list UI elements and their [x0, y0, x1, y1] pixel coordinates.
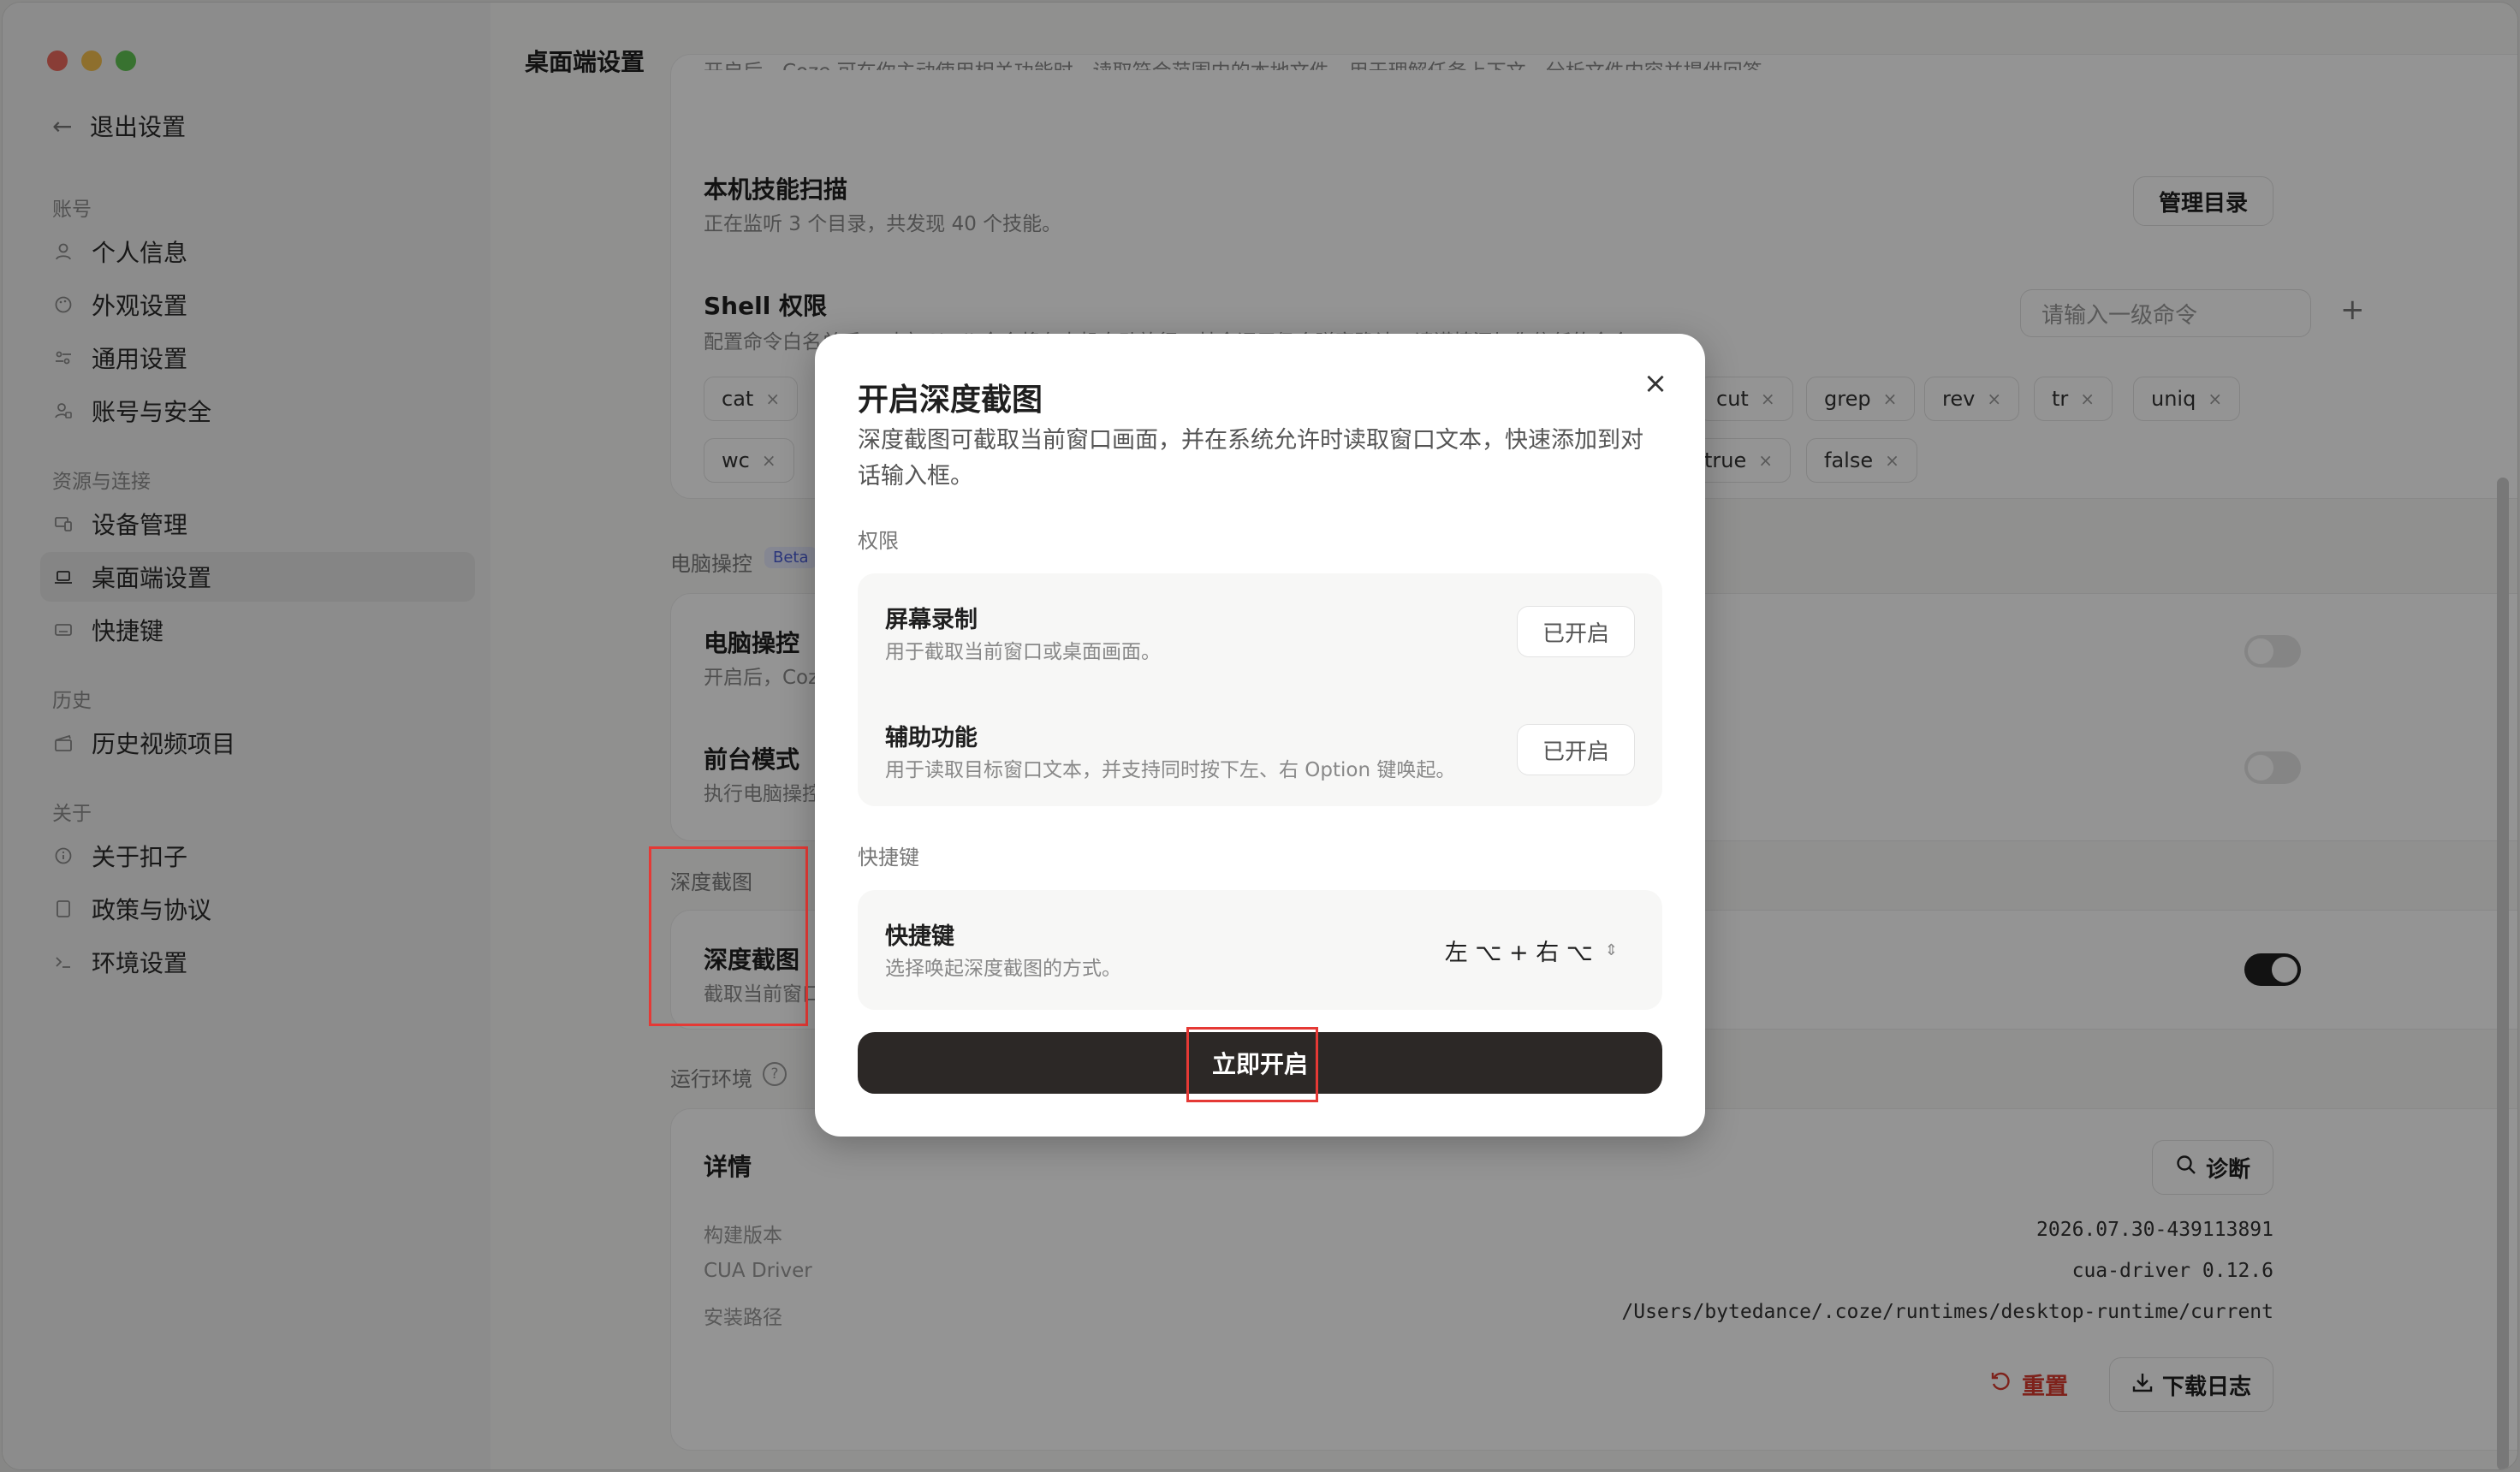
shortcut-value: 左 ⌥ + 右 ⌥ [1444, 939, 1593, 966]
screen-recording-title: 屏幕录制 [885, 607, 978, 633]
permissions-panel: 屏幕录制 用于截取当前窗口或桌面画面。 已开启 辅助功能 用于读取目标窗口文本，… [858, 573, 1662, 806]
shortcut-select[interactable]: 左 ⌥ + 右 ⌥ ⇕ [1428, 926, 1635, 974]
accessibility-status[interactable]: 已开启 [1517, 724, 1635, 775]
permissions-label: 权限 [858, 529, 899, 553]
updown-chevron-icon: ⇕ [1604, 941, 1618, 959]
shortcut-subtitle: 选择唤起深度截图的方式。 [885, 958, 1121, 980]
highlight-deep-screenshot [649, 846, 808, 1026]
dialog-title: 开启深度截图 [858, 383, 1043, 418]
accessibility-title: 辅助功能 [885, 725, 978, 751]
highlight-enable-button [1186, 1027, 1318, 1102]
shortcut-section-label: 快捷键 [858, 846, 919, 870]
screen-recording-status[interactable]: 已开启 [1517, 606, 1635, 657]
shortcut-title: 快捷键 [885, 923, 954, 950]
accessibility-subtitle: 用于读取目标窗口文本，并支持同时按下左、右 Option 键唤起。 [885, 759, 1456, 781]
deep-screenshot-dialog: 开启深度截图 × 深度截图可截取当前窗口画面，并在系统允许时读取窗口文本，快速添… [815, 334, 1705, 1137]
close-icon[interactable]: × [1637, 365, 1674, 402]
dialog-description: 深度截图可截取当前窗口画面，并在系统允许时读取窗口文本，快速添加到对话输入框。 [858, 427, 1643, 490]
screen-recording-subtitle: 用于截取当前窗口或桌面画面。 [885, 641, 1161, 663]
shortcut-panel: 快捷键 选择唤起深度截图的方式。 左 ⌥ + 右 ⌥ ⇕ [858, 890, 1662, 1010]
